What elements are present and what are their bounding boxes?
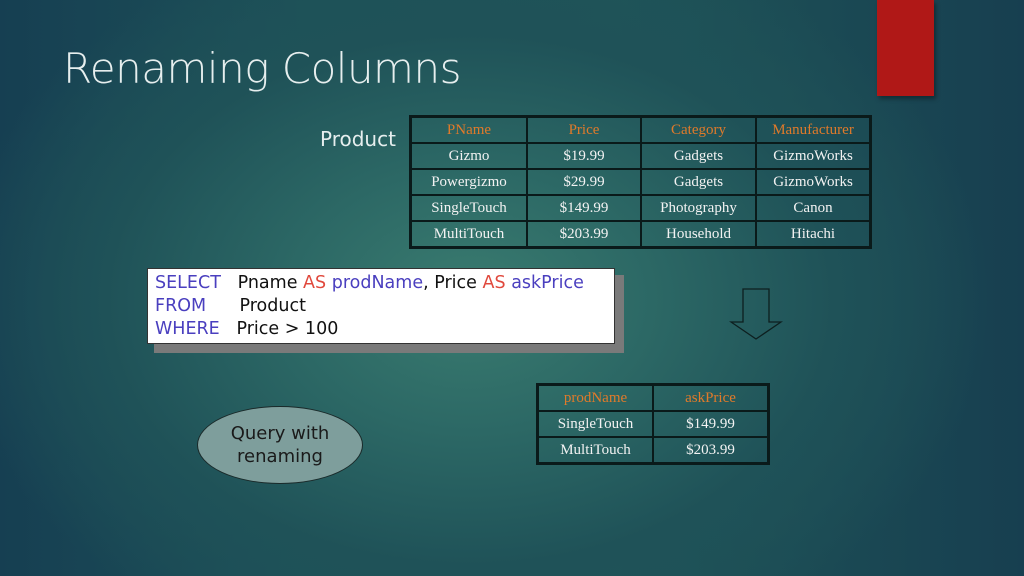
callout-line: Query with bbox=[230, 423, 330, 444]
table-row: MultiTouch $203.99 Household Hitachi bbox=[409, 220, 872, 249]
sql-keyword-as: AS bbox=[303, 273, 327, 293]
relation-label: Product bbox=[320, 127, 396, 151]
slide-title: Renaming Columns bbox=[63, 44, 461, 93]
table-cell: Powergizmo bbox=[409, 168, 528, 196]
table-cell: $203.99 bbox=[526, 220, 642, 249]
column-header: Manufacturer bbox=[755, 115, 872, 144]
column-header: Price bbox=[526, 115, 642, 144]
table-cell: $29.99 bbox=[526, 168, 642, 196]
sql-alias: prodName bbox=[331, 273, 424, 293]
table-cell: SingleTouch bbox=[536, 410, 654, 438]
table-cell: MultiTouch bbox=[409, 220, 528, 249]
sql-column: Pname bbox=[237, 273, 298, 293]
sql-keyword-where: WHERE bbox=[155, 319, 220, 339]
sql-keyword-as: AS bbox=[482, 273, 506, 293]
table-cell: Gadgets bbox=[640, 168, 757, 196]
table-cell: GizmoWorks bbox=[755, 168, 872, 196]
sql-alias: askPrice bbox=[511, 273, 584, 293]
sql-keyword-from: FROM bbox=[155, 296, 207, 316]
sql-table: Product bbox=[239, 296, 306, 316]
table-cell: Canon bbox=[755, 194, 872, 222]
callout-ellipse: Query with renaming bbox=[197, 406, 363, 484]
table-cell: GizmoWorks bbox=[755, 142, 872, 170]
table-header-row: prodName askPrice bbox=[536, 383, 770, 412]
table-cell: $149.99 bbox=[652, 410, 770, 438]
table-cell: Household bbox=[640, 220, 757, 249]
column-header: PName bbox=[409, 115, 528, 144]
table-row: SingleTouch $149.99 Photography Canon bbox=[409, 194, 872, 222]
table-cell: Hitachi bbox=[755, 220, 872, 249]
table-row: Gizmo $19.99 Gadgets GizmoWorks bbox=[409, 142, 872, 170]
table-cell: $203.99 bbox=[652, 436, 770, 465]
sql-query-box: SELECT Pname AS prodName, Price AS askPr… bbox=[147, 268, 615, 344]
column-header: prodName bbox=[536, 383, 654, 412]
column-header: Category bbox=[640, 115, 757, 144]
table-cell: MultiTouch bbox=[536, 436, 654, 465]
table-cell: $149.99 bbox=[526, 194, 642, 222]
product-table: PName Price Category Manufacturer Gizmo … bbox=[409, 115, 872, 249]
table-header-row: PName Price Category Manufacturer bbox=[409, 115, 872, 144]
table-row: Powergizmo $29.99 Gadgets GizmoWorks bbox=[409, 168, 872, 196]
table-cell: $19.99 bbox=[526, 142, 642, 170]
sql-keyword-select: SELECT bbox=[155, 273, 221, 293]
table-row: SingleTouch $149.99 bbox=[536, 410, 770, 438]
table-row: MultiTouch $203.99 bbox=[536, 436, 770, 465]
sql-column: Price bbox=[434, 273, 477, 293]
callout-line: renaming bbox=[237, 446, 323, 467]
accent-bar bbox=[877, 0, 934, 96]
sql-condition: Price > 100 bbox=[236, 319, 339, 339]
table-cell: Gizmo bbox=[409, 142, 528, 170]
column-header: askPrice bbox=[652, 383, 770, 412]
table-cell: Photography bbox=[640, 194, 757, 222]
down-arrow-icon bbox=[729, 288, 783, 340]
table-cell: Gadgets bbox=[640, 142, 757, 170]
result-table: prodName askPrice SingleTouch $149.99 Mu… bbox=[536, 383, 770, 465]
table-cell: SingleTouch bbox=[409, 194, 528, 222]
sql-separator: , bbox=[423, 273, 435, 293]
